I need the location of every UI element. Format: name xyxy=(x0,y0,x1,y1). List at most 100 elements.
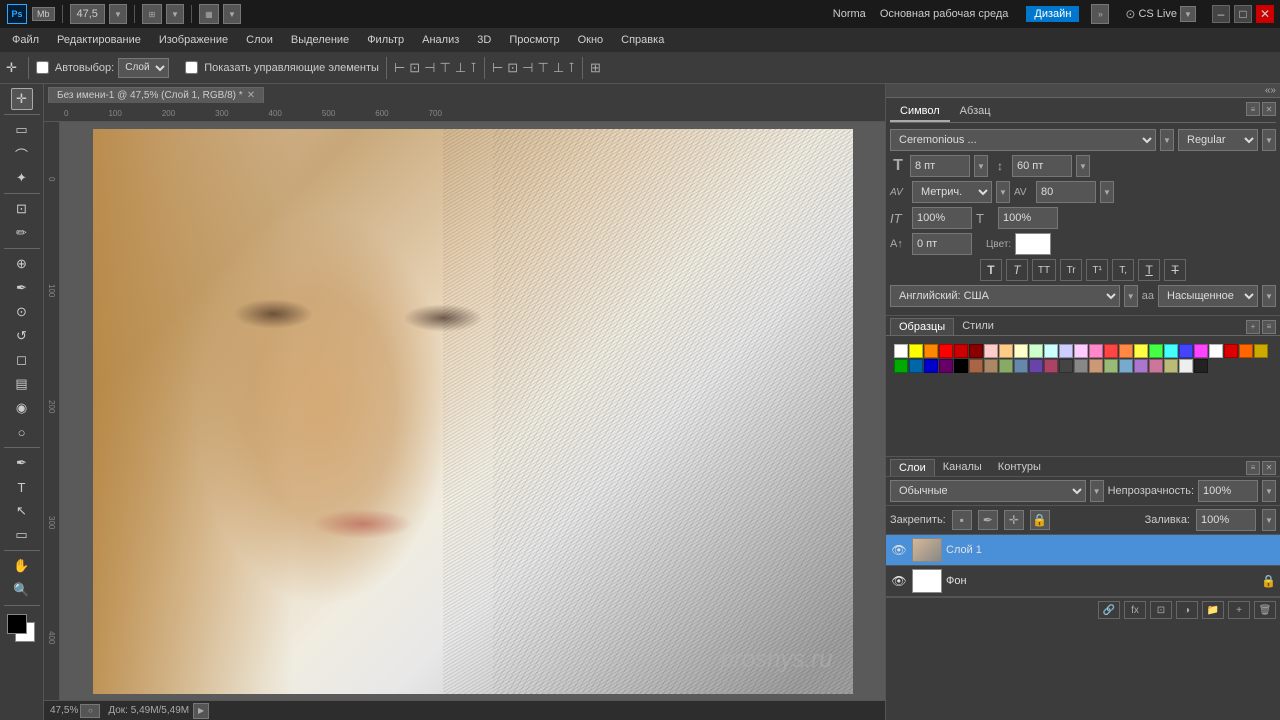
smallcaps-button[interactable]: Tr xyxy=(1060,259,1082,281)
eyedropper-tool[interactable]: ✏ xyxy=(11,222,33,244)
brush-tool[interactable]: ✒ xyxy=(11,277,33,299)
layer-eye-1[interactable]: 👁 xyxy=(890,541,908,559)
eraser-tool[interactable]: ◻ xyxy=(11,349,33,371)
track-dropdown[interactable]: ▼ xyxy=(1100,181,1114,203)
swatch-color-17[interactable] xyxy=(1149,344,1163,358)
arrange-mode[interactable]: ▦ xyxy=(199,4,219,24)
font-size-input[interactable] xyxy=(910,155,970,177)
swatches-menu-btn[interactable]: ≡ xyxy=(1262,320,1276,334)
lock-position-btn[interactable]: ✛ xyxy=(1004,510,1024,530)
new-layer-btn[interactable]: + xyxy=(1228,601,1250,619)
panel-close-btn[interactable]: ✕ xyxy=(1262,102,1276,116)
swatch-color-0[interactable] xyxy=(894,344,908,358)
layer-style-btn[interactable]: fx xyxy=(1124,601,1146,619)
arrange-icon[interactable]: ⊞ xyxy=(590,60,601,76)
view-dropdown[interactable]: ▼ xyxy=(166,4,184,24)
zoom-dropdown[interactable]: ▼ xyxy=(109,4,127,24)
align-icon-4[interactable]: ⊤ xyxy=(440,60,451,76)
opacity-dropdown[interactable]: ▼ xyxy=(1262,480,1276,502)
design-button[interactable]: Дизайн xyxy=(1026,6,1079,22)
swatch-color-22[interactable] xyxy=(1224,344,1238,358)
minimize-button[interactable]: – xyxy=(1212,5,1230,23)
fg-bg-colors[interactable] xyxy=(7,614,37,644)
swatch-color-39[interactable] xyxy=(1104,359,1118,373)
color-swatch[interactable] xyxy=(1015,233,1051,255)
superscript-button[interactable]: T¹ xyxy=(1086,259,1108,281)
distribute-icon-5[interactable]: ⊥ xyxy=(553,60,564,76)
menu-view[interactable]: Просмотр xyxy=(501,32,567,48)
swatch-color-33[interactable] xyxy=(1014,359,1028,373)
layer-item-bg[interactable]: 👁 Фон 🔒 xyxy=(886,566,1280,597)
distribute-icon-3[interactable]: ⊣ xyxy=(522,60,533,76)
gradient-tool[interactable]: ▤ xyxy=(11,373,33,395)
swatch-color-3[interactable] xyxy=(939,344,953,358)
swatch-color-44[interactable] xyxy=(1179,359,1193,373)
swatch-color-45[interactable] xyxy=(1194,359,1208,373)
swatch-color-27[interactable] xyxy=(924,359,938,373)
menu-help[interactable]: Справка xyxy=(613,32,672,48)
swatch-color-40[interactable] xyxy=(1119,359,1133,373)
underline-button[interactable]: T xyxy=(1138,259,1160,281)
align-icon-3[interactable]: ⊣ xyxy=(424,60,435,76)
strikethrough-button[interactable]: T xyxy=(1164,259,1186,281)
layer-item-1[interactable]: 👁 Слой 1 xyxy=(886,535,1280,566)
swatch-color-11[interactable] xyxy=(1059,344,1073,358)
swatch-color-30[interactable] xyxy=(969,359,983,373)
status-zoom-indicator[interactable]: ○ xyxy=(80,704,100,718)
swatch-color-32[interactable] xyxy=(999,359,1013,373)
bold-button[interactable]: T xyxy=(980,259,1002,281)
swatch-color-23[interactable] xyxy=(1239,344,1253,358)
panel-menu-btn[interactable]: ≡ xyxy=(1246,102,1260,116)
swatch-color-38[interactable] xyxy=(1089,359,1103,373)
swatch-color-15[interactable] xyxy=(1119,344,1133,358)
shape-tool[interactable]: ▭ xyxy=(11,524,33,546)
style-dropdown[interactable]: ▼ xyxy=(1262,129,1276,151)
baseline-input[interactable] xyxy=(912,233,972,255)
menu-layers[interactable]: Слои xyxy=(238,32,281,48)
font-dropdown[interactable]: ▼ xyxy=(1160,129,1174,151)
lang-select[interactable]: Английский: США xyxy=(890,285,1120,307)
swatch-color-37[interactable] xyxy=(1074,359,1088,373)
swatch-color-18[interactable] xyxy=(1164,344,1178,358)
swatch-color-31[interactable] xyxy=(984,359,998,373)
font-style-select[interactable]: Regular xyxy=(1178,129,1258,151)
menu-analyze[interactable]: Анализ xyxy=(414,32,467,48)
vertical-scale-input[interactable] xyxy=(912,207,972,229)
swatch-color-8[interactable] xyxy=(1014,344,1028,358)
dodge-tool[interactable]: ○ xyxy=(11,421,33,443)
menu-image[interactable]: Изображение xyxy=(151,32,236,48)
delete-layer-btn[interactable]: 🗑 xyxy=(1254,601,1276,619)
font-family-select[interactable]: Ceremonious ... xyxy=(890,129,1156,151)
distribute-icon-6[interactable]: ⊺ xyxy=(568,60,575,76)
tab-paragraph[interactable]: Абзац xyxy=(950,102,1001,122)
swatch-color-26[interactable] xyxy=(909,359,923,373)
more-button[interactable]: » xyxy=(1091,4,1109,24)
swatch-color-20[interactable] xyxy=(1194,344,1208,358)
move-tool[interactable]: ✛ xyxy=(11,88,33,110)
crop-tool[interactable]: ⊡ xyxy=(11,198,33,220)
hand-tool[interactable]: ✋ xyxy=(11,555,33,577)
distribute-icon-2[interactable]: ⊡ xyxy=(507,60,518,76)
kern-select[interactable]: Метрич. xyxy=(912,181,992,203)
tab-layers[interactable]: Слои xyxy=(890,459,935,476)
size-dropdown[interactable]: ▼ xyxy=(974,155,988,177)
close-button[interactable]: ✕ xyxy=(1256,5,1274,23)
swatch-color-10[interactable] xyxy=(1044,344,1058,358)
doc-info-arrow[interactable]: ▶ xyxy=(193,703,209,719)
new-group-btn[interactable]: 📁 xyxy=(1202,601,1224,619)
zoom-tool[interactable]: 🔍 xyxy=(11,579,33,601)
layers-menu-btn[interactable]: ≡ xyxy=(1246,461,1260,475)
leading-dropdown[interactable]: ▼ xyxy=(1076,155,1090,177)
blend-dropdown[interactable]: ▼ xyxy=(1090,480,1104,502)
tab-contours[interactable]: Контуры xyxy=(990,459,1049,476)
swatch-color-16[interactable] xyxy=(1134,344,1148,358)
opacity-input[interactable] xyxy=(1198,480,1258,502)
aa-dropdown[interactable]: ▼ xyxy=(1262,285,1276,307)
menu-filter[interactable]: Фильтр xyxy=(359,32,412,48)
blend-mode-select[interactable]: Обычные xyxy=(890,480,1086,502)
lock-pixels-btn[interactable]: ✒ xyxy=(978,510,998,530)
lasso-tool[interactable]: ⌒ xyxy=(11,143,33,165)
text-tool[interactable]: T xyxy=(11,476,33,498)
fill-dropdown[interactable]: ▼ xyxy=(1262,509,1276,531)
swatch-color-24[interactable] xyxy=(1254,344,1268,358)
